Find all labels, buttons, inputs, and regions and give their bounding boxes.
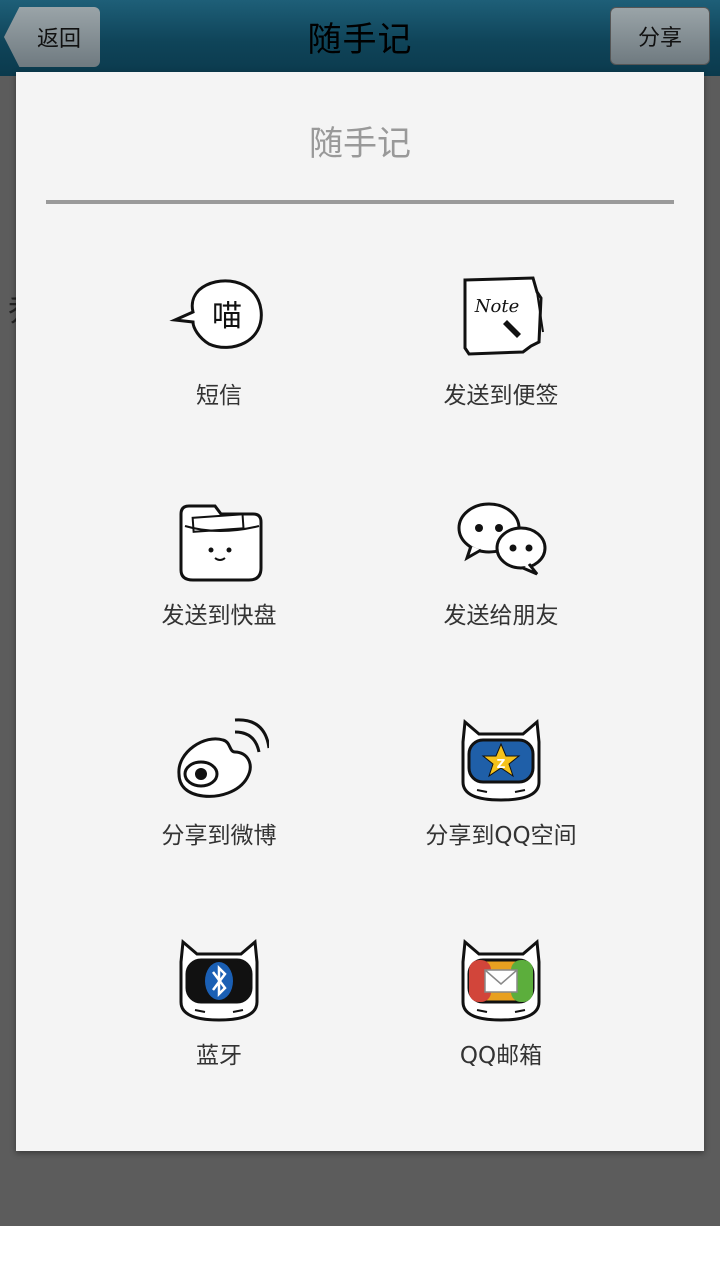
weibo-icon	[169, 712, 269, 808]
speech-bubble-icon: 喵	[169, 272, 269, 368]
share-option-label: 分享到微博	[161, 823, 277, 849]
qzone-icon: Z	[451, 712, 551, 808]
title-bar: 返回 随手记 分享	[0, 0, 720, 76]
svg-text:Z: Z	[497, 757, 506, 771]
share-option-label: 发送到便签	[443, 383, 559, 409]
share-option-kuaipan[interactable]: 发送到快盘	[78, 492, 360, 672]
share-option-qzone[interactable]: Z 分享到QQ空间	[360, 712, 642, 892]
svg-text:喵: 喵	[212, 299, 242, 334]
svg-text:Note: Note	[474, 296, 519, 317]
share-option-bluetooth[interactable]: 蓝牙	[78, 932, 360, 1112]
share-button[interactable]: 分享	[610, 7, 710, 65]
bluetooth-icon	[169, 932, 269, 1028]
share-option-label: 蓝牙	[196, 1043, 242, 1069]
share-dialog: 随手记 喵 短信 Note 发送到便签 发送到快盘 发送给朋友 分享到微博 Z …	[16, 72, 704, 1151]
share-option-label: QQ邮箱	[459, 1043, 543, 1069]
app-screen: 返回 随手记 分享 乔 随手记 喵 短信	[0, 0, 720, 1226]
share-option-sms[interactable]: 喵 短信	[78, 272, 360, 452]
folder-icon	[169, 492, 269, 588]
share-option-note[interactable]: Note 发送到便签	[360, 272, 642, 452]
note-icon: Note	[451, 272, 551, 368]
share-option-label: 分享到QQ空间	[425, 823, 577, 849]
share-option-qq-mail[interactable]: QQ邮箱	[360, 932, 642, 1112]
share-option-weibo[interactable]: 分享到微博	[78, 712, 360, 892]
share-options-grid: 喵 短信 Note 发送到便签 发送到快盘 发送给朋友 分享到微博 Z 分享到Q…	[16, 72, 704, 1151]
qq-mail-icon	[451, 932, 551, 1028]
share-option-label: 短信	[196, 383, 242, 409]
share-option-label: 发送到快盘	[161, 603, 277, 629]
chat-bubbles-icon	[451, 492, 551, 588]
share-option-label: 发送给朋友	[443, 603, 559, 629]
share-option-wechat[interactable]: 发送给朋友	[360, 492, 642, 672]
